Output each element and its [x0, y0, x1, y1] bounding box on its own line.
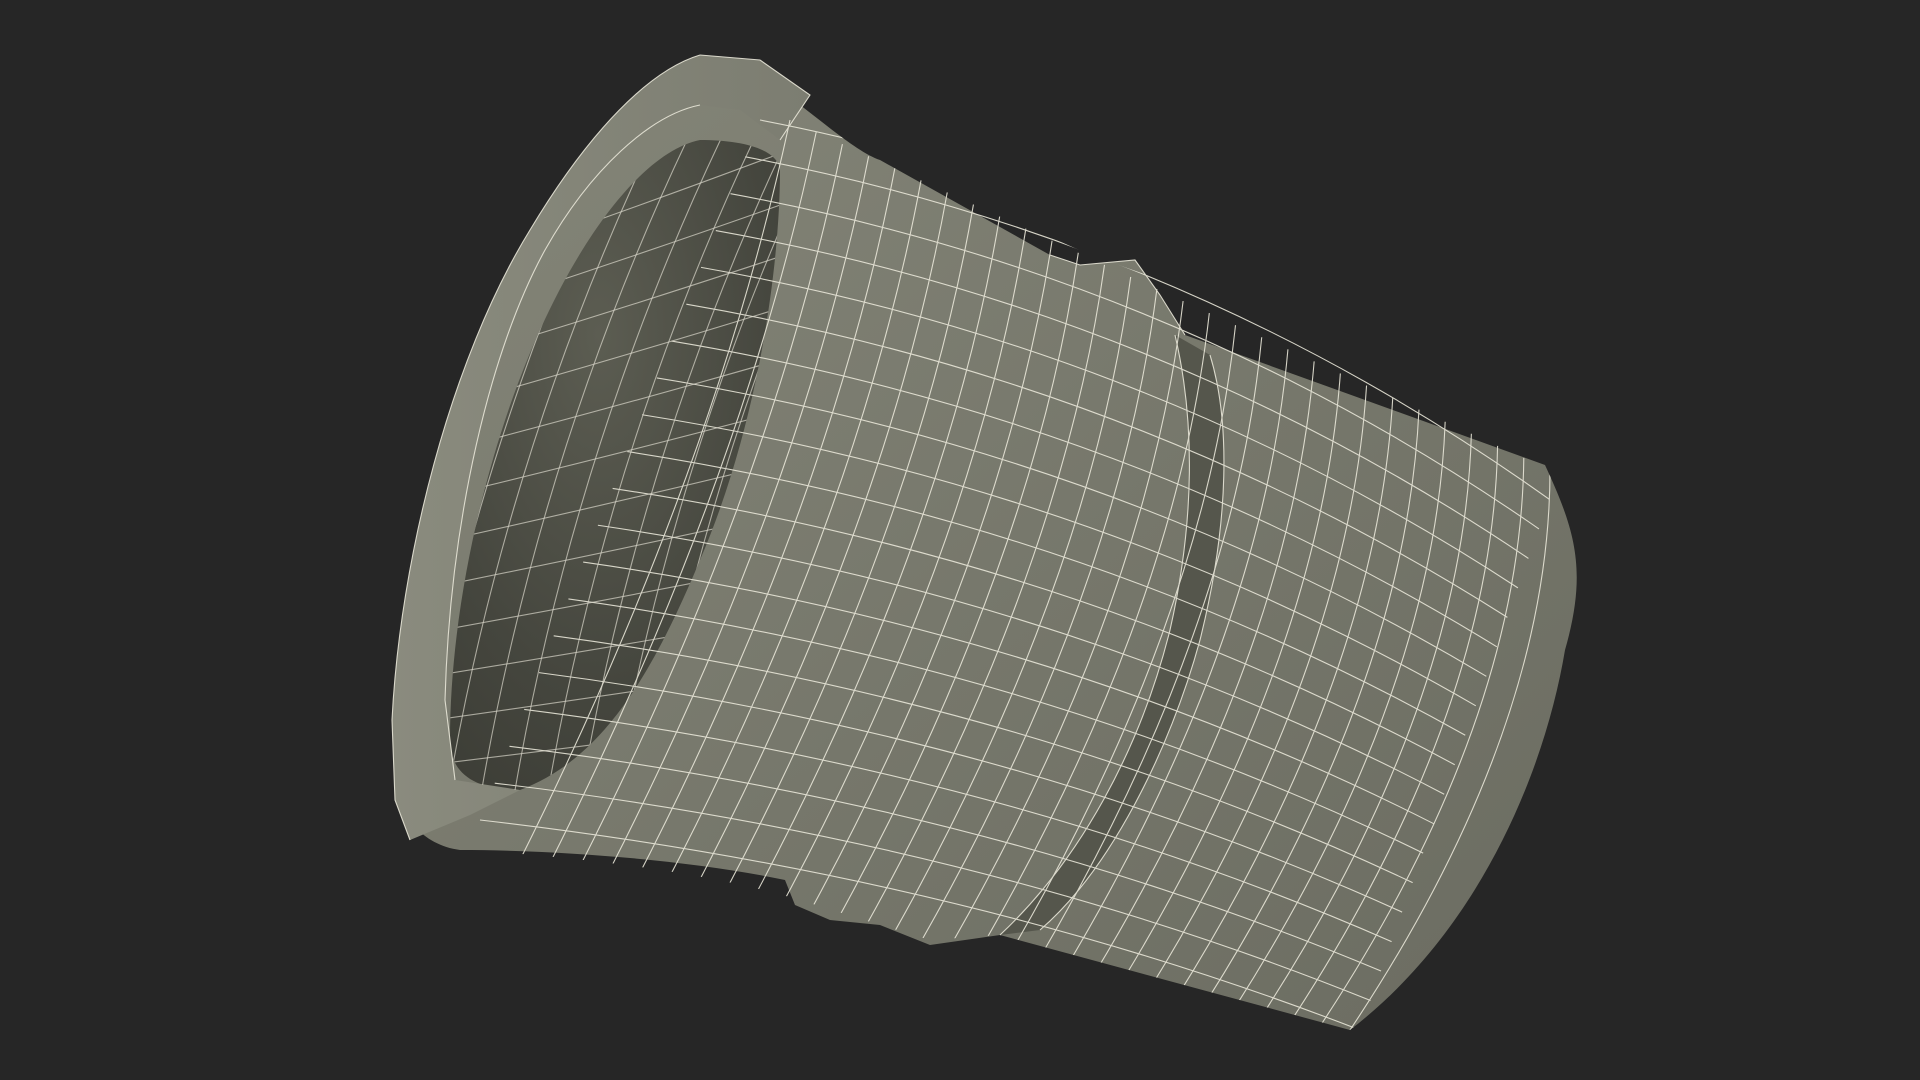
render-viewport [0, 0, 1920, 1080]
bucket-model [391, 54, 1577, 1030]
